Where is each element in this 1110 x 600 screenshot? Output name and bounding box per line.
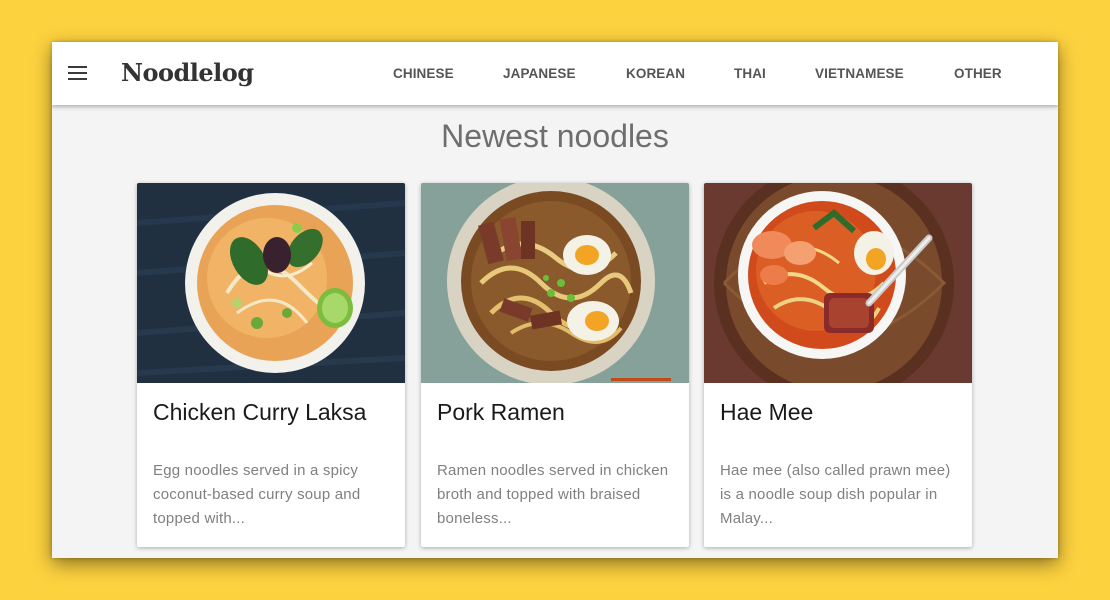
card-title[interactable]: Pork Ramen [437, 399, 565, 426]
category-nav: CHINESE JAPANESE KOREAN THAI VIETNAMESE … [52, 66, 1058, 86]
nav-item-other[interactable]: OTHER [954, 66, 1002, 81]
ramen-bowl-photo[interactable] [421, 183, 689, 383]
card-description: Hae mee (also called prawn mee) is a noo… [720, 462, 951, 527]
top-app-bar: Noodlelog CHINESE JAPANESE KOREAN THAI V… [52, 42, 1058, 105]
noodle-card-hae-mee[interactable]: Hae Mee Hae mee (also called prawn mee) … [704, 183, 972, 547]
card-description: Egg noodles served in a spicy coconut-ba… [153, 462, 361, 527]
noodle-card-pork-ramen[interactable]: Pork Ramen Ramen noodles served in chick… [421, 183, 689, 547]
nav-item-thai[interactable]: THAI [734, 66, 766, 81]
noodle-card-chicken-curry-laksa[interactable]: Chicken Curry Laksa Egg noodles served i… [137, 183, 405, 547]
hae-mee-bowl-photo[interactable] [704, 183, 972, 383]
page-title: Newest noodles [441, 118, 669, 154]
browser-window: Noodlelog CHINESE JAPANESE KOREAN THAI V… [52, 42, 1058, 558]
card-title[interactable]: Hae Mee [720, 399, 813, 426]
nav-item-chinese[interactable]: CHINESE [393, 66, 454, 81]
card-description: Ramen noodles served in chicken broth an… [437, 462, 669, 527]
laksa-bowl-photo[interactable] [137, 183, 405, 383]
card-title[interactable]: Chicken Curry Laksa [153, 399, 366, 426]
nav-item-vietnamese[interactable]: VIETNAMESE [815, 66, 904, 81]
nav-item-korean[interactable]: KOREAN [626, 66, 685, 81]
nav-item-japanese[interactable]: JAPANESE [503, 66, 576, 81]
